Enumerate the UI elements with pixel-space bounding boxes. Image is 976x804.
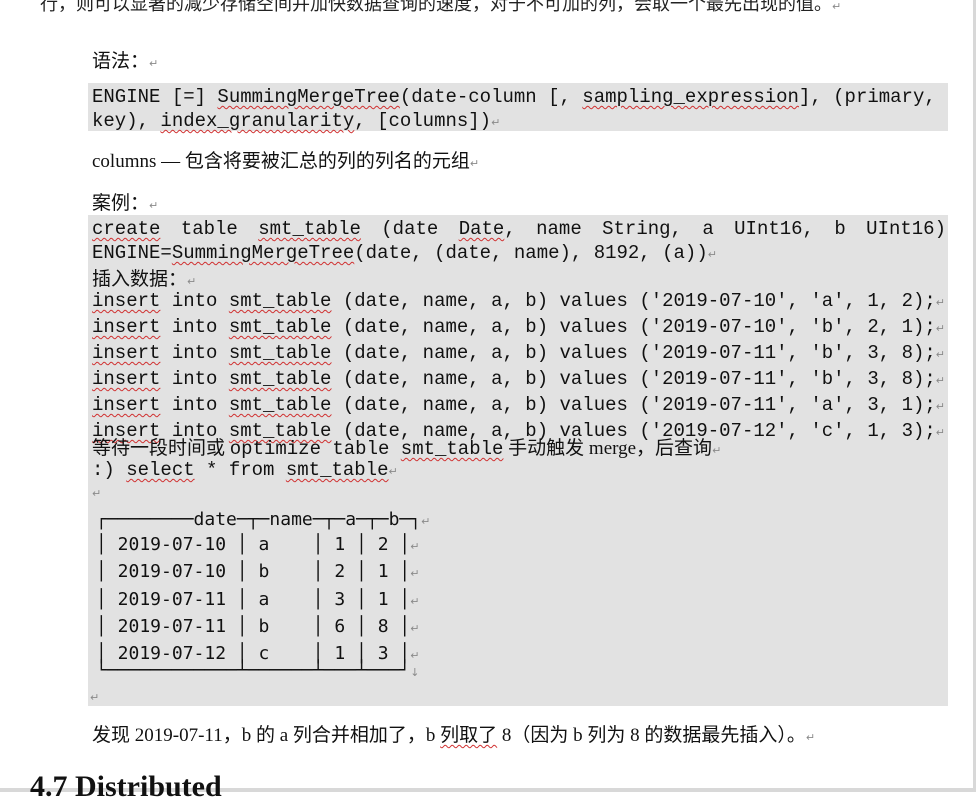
syntax-label: 语法：↵ xyxy=(92,51,159,72)
insert-statement: insert into smt_table (date, name, a, b)… xyxy=(92,394,945,416)
insert-statement: insert into smt_table (date, name, a, b)… xyxy=(92,316,945,338)
finding-paragraph: 发现 2019-07-11，b 的 a 列合并相加了，b 列取了 8（因为 b … xyxy=(92,725,816,746)
create-line-1: create table smt_table (date Date, name … xyxy=(92,218,946,240)
result-table-header: ┌────────date─┬─name─┬─a─┬─b─┐↵ xyxy=(96,509,431,530)
result-table-footer: └────────────┴──────┴───┴───┘↓ xyxy=(96,660,420,681)
insert-statements: insert into smt_table (date, name, a, b)… xyxy=(92,289,945,445)
empty-paragraph: ↵ xyxy=(92,487,102,500)
insert-statement: insert into smt_table (date, name, a, b)… xyxy=(92,342,945,364)
syntax-code-line-1: ENGINE [=] SummingMergeTree(date-column … xyxy=(92,86,936,108)
result-table-body: │ 2019-07-10 │ a │ 1 │ 2 │↵ │ 2019-07-10 … xyxy=(96,532,420,668)
wait-line: 等待一段时间或 optimize table smt_table 手动触发 me… xyxy=(92,438,722,460)
insert-statement: insert into smt_table (date, name, a, b)… xyxy=(92,368,945,390)
result-table-row: │ 2019-07-10 │ b │ 2 │ 1 │↵ xyxy=(96,561,420,583)
next-section-heading: 4.7 Distributed xyxy=(30,770,222,803)
result-table-row: │ 2019-07-11 │ a │ 3 │ 1 │↵ xyxy=(96,588,420,610)
example-label: 案例：↵ xyxy=(92,193,159,214)
columns-description: columns — 包含将要被汇总的列的列名的元组↵ xyxy=(92,151,480,172)
syntax-code-line-2: key), index_granularity, [columns])↵ xyxy=(92,110,501,132)
result-table-row: │ 2019-07-11 │ b │ 6 │ 8 │↵ xyxy=(96,615,420,637)
intro-cut-line: 行，则可以显著的减少存储空间并加快数据查询的速度，对于不可加的列，会取一个最先出… xyxy=(40,0,842,14)
result-table-row: │ 2019-07-10 │ a │ 1 │ 2 │↵ xyxy=(96,534,420,555)
insert-statement: insert into smt_table (date, name, a, b)… xyxy=(92,290,945,312)
select-line: :) select * from smt_table↵ xyxy=(92,459,398,481)
insert-label: 插入数据：↵ xyxy=(92,269,197,290)
empty-paragraph-2: ↵ xyxy=(90,691,100,704)
